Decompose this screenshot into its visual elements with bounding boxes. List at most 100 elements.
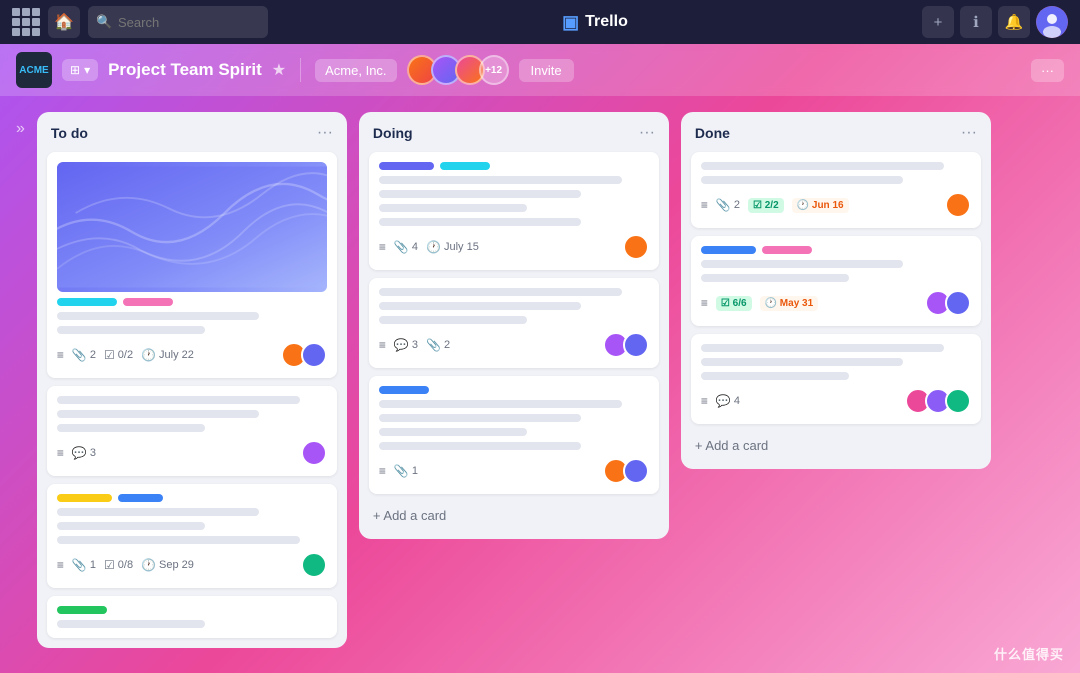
- meta-attachments: 📎2: [716, 198, 740, 212]
- list-done-title: Done: [695, 125, 730, 141]
- list-todo-header: To do ···: [47, 122, 337, 144]
- board-type-button[interactable]: ⊞▾: [62, 59, 98, 81]
- card-avatars: [281, 342, 327, 368]
- meta-menu-icon: ≡: [57, 446, 64, 460]
- tag-blue: [118, 494, 163, 502]
- checklist-badge: ☑ 2/2: [748, 198, 784, 213]
- card-text-line: [379, 302, 582, 310]
- add-card-doing-button[interactable]: + Add a card: [369, 502, 659, 529]
- list-todo-menu-button[interactable]: ···: [317, 124, 333, 142]
- card-text-line: [57, 396, 300, 404]
- card-avatar: [623, 458, 649, 484]
- workspace-logo: ACME: [16, 52, 52, 88]
- add-button[interactable]: +: [922, 6, 954, 38]
- card-todo-1-tags: [57, 298, 327, 306]
- search-input[interactable]: [88, 6, 268, 38]
- card-cover-image: [57, 162, 327, 292]
- card-text-line: [379, 316, 528, 324]
- sidebar-toggle-icon[interactable]: »: [16, 120, 25, 138]
- card-text-line: [379, 288, 622, 296]
- meta-due-date: 🕐July 22: [141, 348, 194, 362]
- card-text-line: [701, 274, 850, 282]
- list-done-menu-button[interactable]: ···: [961, 124, 977, 142]
- more-options-button[interactable]: ···: [1031, 59, 1064, 82]
- star-button[interactable]: ★: [272, 60, 286, 80]
- tag-blue: [701, 246, 756, 254]
- card-todo-2-meta: ≡ 💬3: [57, 440, 327, 466]
- member-count-badge[interactable]: +12: [479, 55, 509, 85]
- watermark: 什么值得买: [994, 644, 1064, 663]
- member-avatars: +12: [407, 55, 509, 85]
- info-button[interactable]: ℹ: [960, 6, 992, 38]
- card-done-3: ≡ 💬4: [691, 334, 981, 424]
- card-done-2: ≡ ☑ 6/6 🕐 May 31: [691, 236, 981, 326]
- card-avatars: [603, 332, 649, 358]
- divider: [300, 58, 301, 82]
- card-doing-2: ≡ 💬3 📎2: [369, 278, 659, 368]
- tag-pink: [762, 246, 812, 254]
- due-date-badge: 🕐 Jun 16: [792, 198, 849, 213]
- card-avatar: [301, 342, 327, 368]
- card-doing-1-meta: ≡ 📎4 🕐July 15: [379, 234, 649, 260]
- card-text-line: [379, 414, 582, 422]
- grid-menu-icon[interactable]: [12, 8, 40, 36]
- card-text-line: [379, 190, 582, 198]
- card-text-line: [379, 176, 622, 184]
- due-date-badge: 🕐 May 31: [760, 296, 819, 311]
- card-avatar: [301, 552, 327, 578]
- card-doing-3-tags: [379, 386, 649, 394]
- meta-attachments: 📎4: [394, 240, 418, 254]
- meta-menu-icon: ≡: [57, 348, 64, 362]
- invite-button[interactable]: Invite: [519, 59, 574, 82]
- app-title: ▣ Trello: [276, 12, 914, 33]
- card-avatars: [945, 192, 971, 218]
- meta-comments: 💬4: [716, 394, 740, 408]
- search-icon: 🔍: [96, 14, 112, 30]
- list-todo-title: To do: [51, 125, 88, 141]
- card-text-line: [379, 400, 622, 408]
- card-doing-1-tags: [379, 162, 649, 170]
- card-todo-4-tags: [57, 606, 327, 614]
- list-doing-title: Doing: [373, 125, 413, 141]
- meta-checklist: ☑0/2: [104, 348, 133, 362]
- card-todo-1: ≡ 📎2 ☑0/2 🕐July 22: [47, 152, 337, 378]
- add-card-done-button[interactable]: + Add a card: [691, 432, 981, 459]
- tag-cyan: [57, 298, 117, 306]
- checklist-badge: ☑ 6/6: [716, 296, 752, 311]
- workspace-name-button[interactable]: Acme, Inc.: [315, 59, 396, 82]
- card-todo-3: ≡ 📎1 ☑0/8 🕐Sep 29: [47, 484, 337, 588]
- card-todo-3-meta: ≡ 📎1 ☑0/8 🕐Sep 29: [57, 552, 327, 578]
- card-avatar: [623, 234, 649, 260]
- board-header: ACME ⊞▾ Project Team Spirit ★ Acme, Inc.…: [0, 44, 1080, 96]
- card-text-line: [57, 312, 260, 320]
- meta-due-date: 🕐Sep 29: [141, 558, 194, 572]
- card-avatars: [301, 552, 327, 578]
- card-text-line: [57, 536, 300, 544]
- nav-right: + ℹ 🔔: [922, 6, 1068, 38]
- card-text-line: [379, 218, 582, 226]
- meta-checklist: ☑0/8: [104, 558, 133, 572]
- card-avatars: [623, 234, 649, 260]
- card-done-2-tags: [701, 246, 971, 254]
- tag-blue: [379, 386, 429, 394]
- notifications-button[interactable]: 🔔: [998, 6, 1030, 38]
- card-doing-2-meta: ≡ 💬3 📎2: [379, 332, 649, 358]
- home-button[interactable]: 🏠: [48, 6, 80, 38]
- card-text-line: [701, 162, 944, 170]
- meta-menu-icon: ≡: [57, 558, 64, 572]
- list-doing-menu-button[interactable]: ···: [639, 124, 655, 142]
- card-text-line: [57, 424, 206, 432]
- card-done-2-meta: ≡ ☑ 6/6 🕐 May 31: [701, 290, 971, 316]
- card-text-line: [57, 522, 206, 530]
- card-todo-3-tags: [57, 494, 327, 502]
- card-done-1-meta: ≡ 📎2 ☑ 2/2 🕐 Jun 16: [701, 192, 971, 218]
- card-doing-3-meta: ≡ 📎1: [379, 458, 649, 484]
- card-text-line: [57, 508, 260, 516]
- card-doing-1: ≡ 📎4 🕐July 15: [369, 152, 659, 270]
- meta-menu-icon: ≡: [701, 394, 708, 408]
- card-text-line: [701, 372, 850, 380]
- user-avatar[interactable]: [1036, 6, 1068, 38]
- tag-pink: [123, 298, 173, 306]
- card-todo-4: [47, 596, 337, 638]
- card-text-line: [57, 326, 206, 334]
